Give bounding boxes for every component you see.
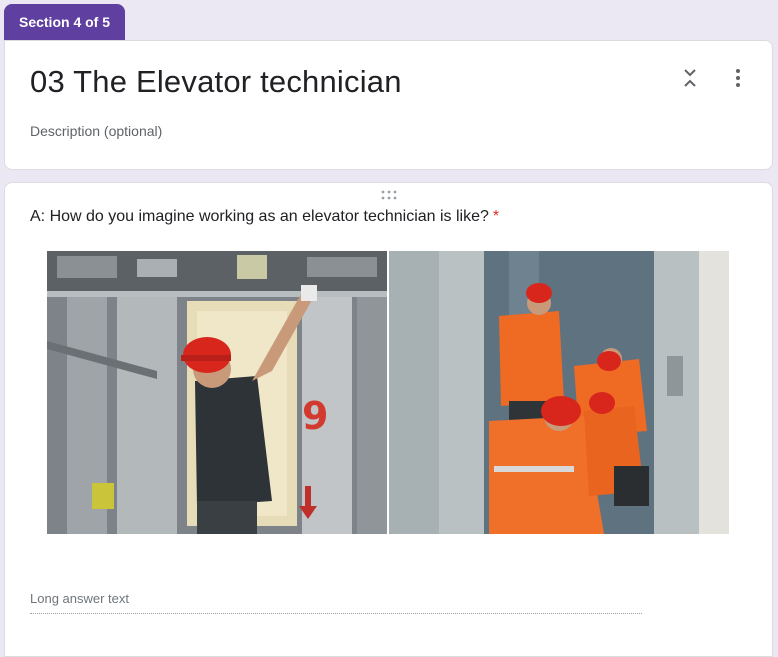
drag-handle-icon[interactable] [380, 190, 398, 200]
question-text: A: How do you imagine working as an elev… [30, 208, 489, 225]
section-header-card[interactable]: 03 The Elevator technician Description (… [4, 40, 773, 170]
floor-number-label: 9 [302, 394, 328, 438]
question-title[interactable]: A: How do you imagine working as an elev… [30, 208, 499, 226]
technician-photo-left: 9 [47, 251, 387, 534]
question-card[interactable]: A: How do you imagine working as an elev… [4, 182, 773, 657]
required-marker: * [492, 208, 500, 225]
technicians-team-photo-right [389, 251, 729, 534]
long-answer-placeholder: Long answer text [30, 591, 130, 606]
section-tab: Section 4 of 5 [4, 4, 125, 40]
expand-collapse-icon[interactable] [681, 67, 699, 89]
more-vert-icon[interactable] [730, 67, 746, 89]
long-answer-underline [30, 613, 642, 614]
section-title[interactable]: 03 The Elevator technician [30, 64, 402, 100]
section-description-field[interactable]: Description (optional) [30, 123, 162, 139]
